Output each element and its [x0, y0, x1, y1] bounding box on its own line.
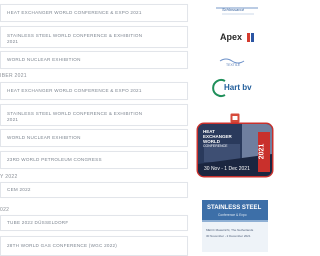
sponsor-column: Schlossanut Apex TEXTILE Hart bv HEAT EX…	[192, 0, 283, 256]
sponsor-logo-text: TEXTILE	[226, 63, 241, 67]
event-title: HEAT EXCHANGER WORLD CONFERENCE & EXPO 2…	[7, 88, 142, 93]
event-row[interactable]: WORLD NUCLEAR EXHIBITION	[0, 51, 188, 69]
event-row[interactable]: TUBE 2022 DÜSSELDORF	[0, 215, 188, 231]
event-title: WORLD NUCLEAR EXHIBITION	[7, 57, 81, 62]
sponsor-logo-accent	[251, 33, 254, 42]
sponsor-logo-apex[interactable]: Apex	[214, 30, 260, 46]
month-label: Y 2022	[0, 174, 18, 180]
badge-icon	[230, 113, 240, 123]
event-title: CEM 2022	[7, 187, 31, 192]
event-row[interactable]: 23RD WORLD PETROLEUM CONGRESS	[0, 151, 188, 169]
banner-line: MECC Maastricht, The Netherlands	[206, 228, 254, 232]
month-label: 022	[0, 207, 10, 213]
event-title: HEAT EXCHANGER WORLD CONFERENCE & EXPO 2…	[7, 10, 142, 15]
event-row[interactable]: 28TH WORLD GAS CONFERENCE (WGC 2022)	[0, 236, 188, 256]
events-list: HEAT EXCHANGER WORLD CONFERENCE & EXPO 2…	[0, 0, 190, 256]
sponsor-logo-text: Hart bv	[224, 83, 252, 92]
event-title: WORLD NUCLEAR EXHIBITION	[7, 135, 81, 140]
sponsor-logo-textile[interactable]: TEXTILE	[216, 55, 256, 69]
sponsor-logo-text: Schlossanut	[222, 7, 244, 12]
sponsor-logo-accent	[247, 33, 250, 42]
stainless-steel-banner[interactable]: STAINLESS STEEL Conference & Expo MECC M…	[202, 200, 268, 252]
banner-subtitle: Conference & Expo	[218, 213, 247, 217]
event-title: STAINLESS STEEL WORLD CONFERENCE & EXHIB…	[7, 111, 143, 122]
sponsor-logo-schlossanut[interactable]: Schlossanut	[214, 4, 260, 18]
event-row[interactable]: HEAT EXCHANGER WORLD CONFERENCE & EXPO 2…	[0, 4, 188, 22]
event-row[interactable]: STAINLESS STEEL WORLD CONFERENCE & EXHIB…	[0, 104, 188, 126]
heat-exchanger-banner[interactable]: HEAT EXCHANGER WORLD CONFERENCE 2021 30 …	[198, 124, 272, 176]
event-title: TUBE 2022 DÜSSELDORF	[7, 220, 69, 225]
banner-title: STAINLESS STEEL	[207, 205, 262, 211]
sponsor-small-icon[interactable]	[230, 110, 240, 123]
event-row[interactable]: CEM 2022	[0, 182, 188, 198]
event-title: 23RD WORLD PETROLEUM CONGRESS	[7, 157, 102, 162]
banner-year: 2021	[258, 143, 266, 160]
event-row[interactable]: WORLD NUCLEAR EXHIBITION	[0, 129, 188, 147]
banner-line: CONFERENCE	[203, 144, 228, 148]
event-row[interactable]: HEAT EXCHANGER WORLD CONFERENCE & EXPO 2…	[0, 82, 188, 100]
month-label: IBER 2021	[0, 73, 27, 79]
event-title: 28TH WORLD GAS CONFERENCE (WGC 2022)	[7, 243, 118, 248]
event-title: STAINLESS STEEL WORLD CONFERENCE & EXHIB…	[7, 33, 143, 44]
sponsor-logo-hart[interactable]: Hart bv	[212, 78, 262, 98]
event-row[interactable]: STAINLESS STEEL WORLD CONFERENCE & EXHIB…	[0, 26, 188, 48]
banner-line: 30 November - 2 December 2021	[206, 234, 251, 238]
sponsor-logo-text: Apex	[220, 32, 243, 42]
banner-dates: 30 Nov - 1 Dec 2021	[204, 166, 250, 172]
